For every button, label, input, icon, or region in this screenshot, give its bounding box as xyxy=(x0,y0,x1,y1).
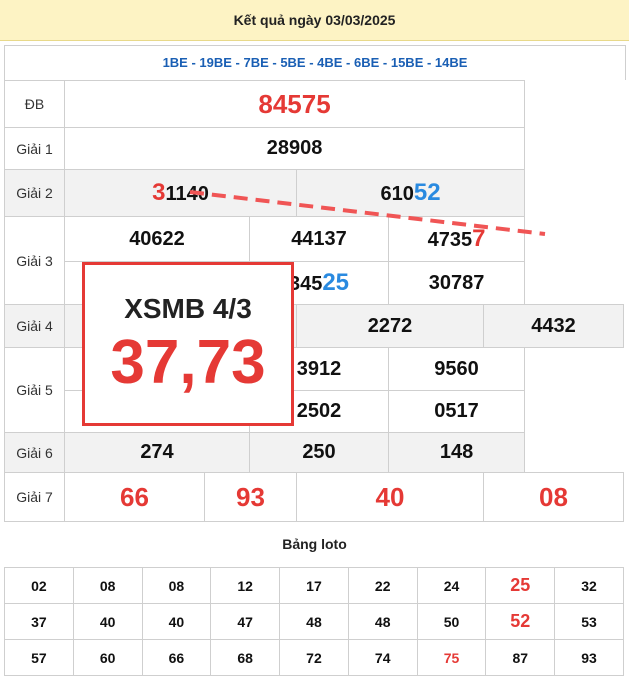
loto-cell: 32 xyxy=(554,567,624,604)
prize-3-r2c2-highlight: 25 xyxy=(322,269,350,296)
prize-2-b-rest: 610 xyxy=(380,183,414,205)
loto-cell: 24 xyxy=(416,567,487,604)
loto-cell: 53 xyxy=(554,603,624,640)
prize-3-r1c3-highlight: 7 xyxy=(472,225,486,252)
loto-cell-highlight: 52 xyxy=(485,603,556,640)
prize-3-r1c3-rest: 4735 xyxy=(427,229,473,251)
loto-cell-highlight: 75 xyxy=(416,639,487,676)
ticket-codes: 1BE - 19BE - 7BE - 5BE - 4BE - 6BE - 15B… xyxy=(4,45,626,80)
loto-cell: 17 xyxy=(279,567,349,604)
prize-6-c1: 274 xyxy=(64,432,250,473)
prize-6-c2: 250 xyxy=(249,432,389,473)
prize-3-r1c3: 47357 xyxy=(387,216,526,262)
prize-5-r2c3: 0517 xyxy=(387,390,526,433)
prediction-numbers: 37,73 xyxy=(110,328,266,397)
loto-cell: 60 xyxy=(72,639,143,676)
loto-cell: 50 xyxy=(416,603,487,640)
loto-cell: 40 xyxy=(141,603,212,640)
loto-cell: 66 xyxy=(141,639,212,676)
loto-cell: 08 xyxy=(141,567,212,604)
loto-cell: 37 xyxy=(4,603,74,640)
loto-row: 02 08 08 12 17 22 24 25 32 xyxy=(4,567,624,604)
prize-7-c4: 08 xyxy=(483,472,624,522)
prize-7-c2: 93 xyxy=(204,472,297,522)
prediction-box: XSMB 4/3 37,73 xyxy=(82,262,294,426)
prize-4-c4: 4432 xyxy=(483,304,624,348)
loto-cell: 68 xyxy=(210,639,281,676)
prize-7-c1: 66 xyxy=(64,472,205,522)
loto-cell: 08 xyxy=(72,567,143,604)
prediction-title: XSMB 4/3 xyxy=(124,293,252,324)
prize-3-r2c3: 30787 xyxy=(387,261,526,305)
loto-cell: 47 xyxy=(210,603,281,640)
loto-cell: 22 xyxy=(347,567,418,604)
loto-cell: 72 xyxy=(279,639,349,676)
prize-2-b: 61052 xyxy=(295,169,526,217)
loto-cell-highlight: 25 xyxy=(485,567,556,604)
loto-cell: 48 xyxy=(279,603,349,640)
loto-cell: 57 xyxy=(4,639,74,676)
prize-4-c3: 2272 xyxy=(296,304,484,348)
loto-row: 37 40 40 47 48 48 50 52 53 xyxy=(4,603,624,640)
loto-cell: 93 xyxy=(554,639,624,676)
prize-6-c3: 148 xyxy=(387,432,526,473)
prize-3-r1c1: 40622 xyxy=(64,216,250,262)
label-g2: Giải 2 xyxy=(4,169,65,217)
loto-cell: 74 xyxy=(347,639,418,676)
label-g5: Giải 5 xyxy=(4,347,65,433)
loto-cell: 40 xyxy=(72,603,143,640)
loto-row: 57 60 66 68 72 74 75 87 93 xyxy=(4,639,624,676)
prize-7-c3: 40 xyxy=(296,472,484,522)
loto-cell: 48 xyxy=(347,603,418,640)
loto-title: Bảng loto xyxy=(282,536,347,552)
loto-cell: 12 xyxy=(210,567,281,604)
page-title: Kết quả ngày 03/03/2025 xyxy=(0,0,629,41)
prize-2-b-highlight: 52 xyxy=(413,179,441,206)
special-prize: 84575 xyxy=(63,80,526,128)
prize-1: 28908 xyxy=(63,127,526,170)
label-g6: Giải 6 xyxy=(4,432,65,473)
label-g4: Giải 4 xyxy=(4,304,65,348)
loto-table: 02 08 08 12 17 22 24 25 32 37 40 40 47 4… xyxy=(4,567,624,676)
label-g7: Giải 7 xyxy=(4,472,65,522)
loto-cell: 02 xyxy=(4,567,74,604)
prize-3-r1c2: 44137 xyxy=(249,216,389,262)
label-db: ĐB xyxy=(4,80,65,128)
loto-cell: 87 xyxy=(485,639,556,676)
label-g3: Giải 3 xyxy=(4,216,65,305)
prize-2-a-rest: 1140 xyxy=(165,183,209,205)
prize-2-a: 31140 xyxy=(64,169,297,217)
prize-2-a-highlight: 3 xyxy=(152,179,166,206)
label-g1: Giải 1 xyxy=(4,127,65,170)
prize-5-r1c3: 9560 xyxy=(387,347,526,391)
